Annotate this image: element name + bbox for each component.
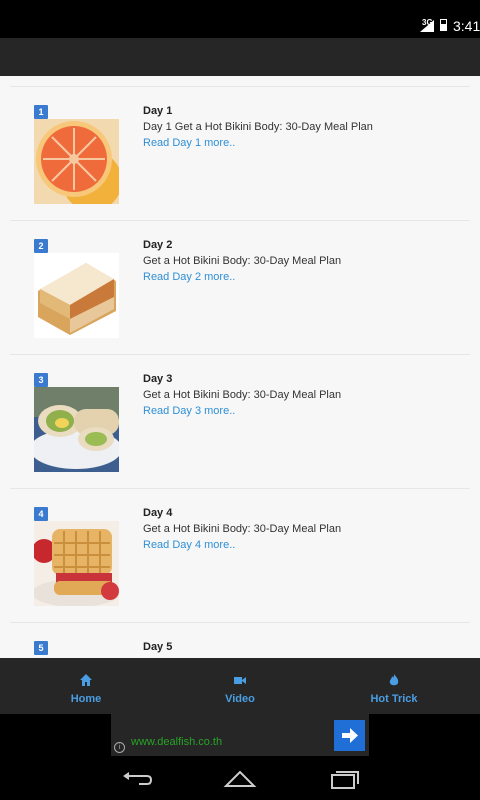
item-title: Day 1 — [143, 105, 173, 117]
app-header — [0, 38, 480, 76]
recent-apps-icon — [331, 771, 359, 789]
home-icon — [80, 674, 92, 686]
wrap-image — [34, 387, 119, 472]
day-badge: 1 — [34, 105, 48, 119]
nav-video-label: Video — [225, 693, 255, 705]
ad-url: www.dealfish.co.th — [131, 736, 223, 748]
item-description: Get a Hot Bikini Body: 30-Day Meal Plan — [143, 255, 342, 267]
list-item[interactable]: 2 Day 2 Get a Hot Bikini Body: 30-Day Me… — [10, 221, 470, 355]
bottom-navigation: Home Video Hot Trick — [0, 658, 480, 714]
list-item[interactable]: 5 Day 5 — [10, 623, 470, 658]
flame-icon — [389, 674, 399, 686]
item-title: Day 2 — [143, 239, 173, 251]
arrow-right-icon — [342, 728, 358, 743]
clock: 3:41 — [453, 18, 480, 34]
item-title: Day 5 — [143, 641, 173, 653]
ad-banner[interactable]: i www.dealfish.co.th — [111, 714, 369, 756]
sandwich-image — [34, 253, 119, 338]
ad-area: i www.dealfish.co.th — [0, 714, 480, 756]
grapefruit-image — [34, 119, 119, 204]
signal-icon — [420, 20, 434, 32]
item-description: Day 1 Get a Hot Bikini Body: 30-Day Meal… — [143, 121, 373, 133]
read-more-link[interactable]: Read Day 2 more.. — [143, 271, 235, 283]
nav-video[interactable]: Video — [160, 658, 320, 714]
read-more-link[interactable]: Read Day 3 more.. — [143, 405, 235, 417]
video-camera-icon — [234, 677, 246, 684]
item-title: Day 4 — [143, 507, 173, 519]
list-item[interactable]: 3 Day 3 Get a Hot Bikini Body: 30-Day Me… — [10, 355, 470, 489]
back-icon — [123, 772, 153, 785]
day-badge: 3 — [34, 373, 48, 387]
day-badge: 2 — [34, 239, 48, 253]
ad-go-button[interactable] — [334, 720, 365, 751]
battery-icon — [440, 19, 447, 31]
item-description: Get a Hot Bikini Body: 30-Day Meal Plan — [143, 523, 342, 535]
system-navigation — [0, 756, 480, 800]
nav-home[interactable]: Home — [6, 658, 166, 714]
nav-hot-trick-label: Hot Trick — [370, 693, 418, 705]
back-button[interactable] — [117, 762, 157, 794]
nav-hot-trick[interactable]: Hot Trick — [314, 658, 474, 714]
recent-apps-button[interactable] — [324, 762, 364, 794]
home-button[interactable] — [220, 762, 260, 794]
ad-info-icon[interactable]: i — [114, 742, 125, 753]
read-more-link[interactable]: Read Day 1 more.. — [143, 137, 235, 149]
home-outline-icon — [223, 770, 257, 787]
waffle-image — [34, 521, 119, 606]
day-badge: 4 — [34, 507, 48, 521]
nav-home-label: Home — [70, 693, 102, 705]
list-item[interactable]: 4 Day 4 Get a Hot Bikini Body: 30-Day Me… — [10, 489, 470, 623]
list-item[interactable]: 1 Day 1 Day 1 Get a Hot Bikini Body: 30-… — [10, 87, 470, 221]
read-more-link[interactable]: Read Day 4 more.. — [143, 539, 235, 551]
day-badge: 5 — [34, 641, 48, 655]
meal-plan-list[interactable]: 1 Day 1 Day 1 Get a Hot Bikini Body: 30-… — [0, 76, 480, 658]
status-bar: 3G 3:41 — [0, 0, 480, 38]
item-title: Day 3 — [143, 373, 173, 385]
item-description: Get a Hot Bikini Body: 30-Day Meal Plan — [143, 389, 342, 401]
